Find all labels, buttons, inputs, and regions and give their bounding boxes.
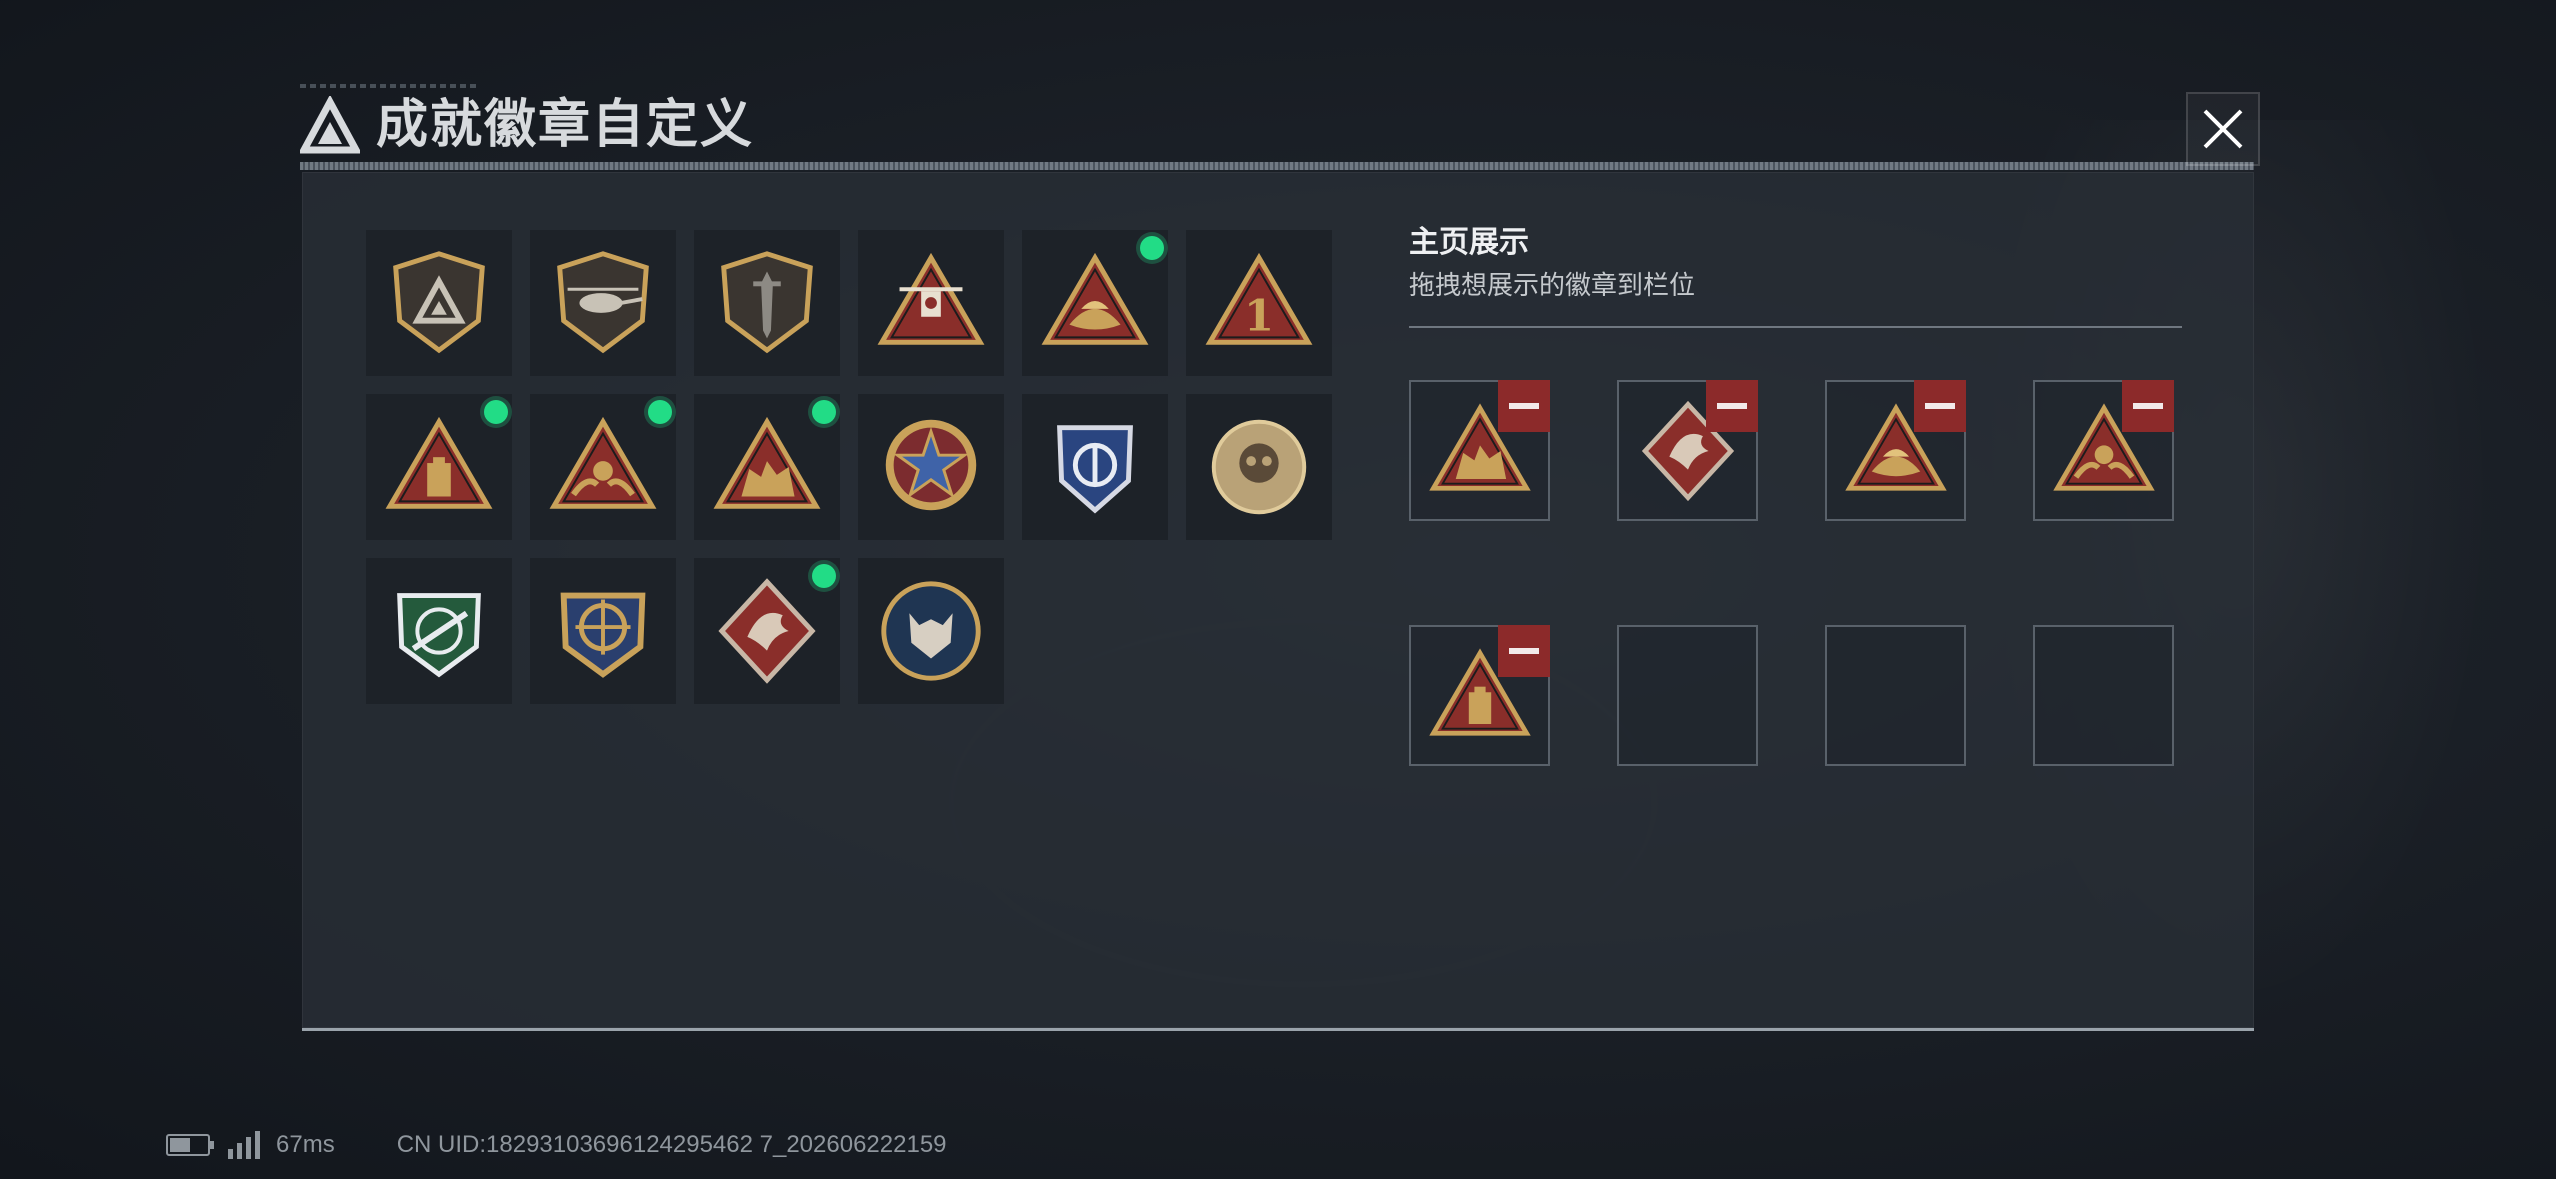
new-indicator-dot <box>648 400 672 424</box>
new-indicator-dot <box>484 400 508 424</box>
badge-item[interactable] <box>694 558 840 704</box>
player-uid: CN UID:18293103696124295462 7_2026062221… <box>396 1131 947 1158</box>
wolf-medal-badge-icon <box>881 581 981 681</box>
badge-item[interactable] <box>694 230 840 376</box>
gold-skull-badge-icon <box>1211 419 1307 515</box>
badge-item[interactable]: 1 <box>1186 230 1332 376</box>
dragon-diamond-badge-icon <box>718 578 816 684</box>
star-medal-badge-icon <box>885 419 977 511</box>
crosshair-wreath-badge-icon <box>560 592 646 678</box>
empty-showcase-slot[interactable] <box>1617 625 1758 766</box>
badge-item[interactable] <box>1022 394 1168 540</box>
signal-icon <box>228 1131 260 1159</box>
badge-item[interactable] <box>530 558 676 704</box>
battery-icon <box>166 1134 214 1156</box>
minus-icon <box>1509 648 1539 654</box>
empty-showcase-slot[interactable] <box>1825 625 1966 766</box>
badge-customization-panel: 1 主页展示 拖拽想展示的徽章到栏位 <box>302 172 2254 1031</box>
showcase-slot[interactable] <box>1617 380 1758 521</box>
showcase-slot[interactable] <box>1409 380 1550 521</box>
close-button[interactable] <box>2186 92 2260 166</box>
badge-item[interactable] <box>366 230 512 376</box>
close-x-icon <box>2203 109 2243 149</box>
helicopter-shield-badge-icon <box>557 251 649 354</box>
badge-item[interactable] <box>366 394 512 540</box>
showcase-slot-grid <box>1409 380 2174 766</box>
showcase-hint: 拖拽想展示的徽章到栏位 <box>1409 271 1696 301</box>
badge-item[interactable] <box>1186 394 1332 540</box>
new-indicator-dot <box>812 400 836 424</box>
badge-item[interactable] <box>858 558 1004 704</box>
remove-badge-button[interactable] <box>1706 380 1758 432</box>
robot-triangle-badge-icon <box>877 252 985 345</box>
minus-icon <box>1509 403 1539 409</box>
header: 成就徽章自定义 <box>300 84 2254 172</box>
showcase-slot[interactable] <box>1409 625 1550 766</box>
badge-item[interactable] <box>858 230 1004 376</box>
triangle-a-logo-icon <box>300 96 360 154</box>
badge-item[interactable] <box>1022 230 1168 376</box>
status-bar: 67ms CN UID:18293103696124295462 7_20260… <box>166 1128 947 1162</box>
new-indicator-dot <box>812 564 836 588</box>
showcase-slot[interactable] <box>1825 380 1966 521</box>
remove-badge-button[interactable] <box>2122 380 2174 432</box>
badge-item[interactable] <box>858 394 1004 540</box>
minus-icon <box>2133 403 2163 409</box>
empty-showcase-slot[interactable] <box>2033 625 2174 766</box>
blue-eagle-badge-icon <box>1057 425 1133 514</box>
svg-text:1: 1 <box>1244 291 1274 342</box>
remove-badge-button[interactable] <box>1914 380 1966 432</box>
badge-item[interactable] <box>366 558 512 704</box>
badge-library-grid: 1 <box>366 230 1346 704</box>
dagger-shield-badge-icon <box>721 251 813 354</box>
tower-triangle-badge-icon <box>385 416 493 509</box>
number-one-triangle-badge-icon: 1 <box>1205 252 1313 345</box>
showcase-slot[interactable] <box>2033 380 2174 521</box>
shield-triangle-badge-icon <box>393 251 485 354</box>
homepage-showcase: 主页展示 拖拽想展示的徽章到栏位 <box>1409 222 2182 766</box>
beast-triangle-badge-icon <box>713 416 821 509</box>
showcase-divider <box>1409 326 2182 328</box>
showcase-title: 主页展示 <box>1409 225 1529 260</box>
minus-icon <box>1717 403 1747 409</box>
new-indicator-dot <box>1140 236 1164 260</box>
badge-item[interactable] <box>530 230 676 376</box>
page-title: 成就徽章自定义 <box>376 95 755 155</box>
minus-icon <box>1925 403 1955 409</box>
remove-badge-button[interactable] <box>1498 625 1550 677</box>
ping-value: 67ms <box>276 1131 335 1158</box>
green-rifle-badge-icon <box>397 593 481 678</box>
header-decoration <box>300 84 480 88</box>
hands-triangle-badge-icon <box>549 416 657 509</box>
wings-triangle-badge-icon <box>1041 252 1149 345</box>
badge-item[interactable] <box>694 394 840 540</box>
badge-item[interactable] <box>530 394 676 540</box>
remove-badge-button[interactable] <box>1498 380 1550 432</box>
header-divider <box>300 162 2254 170</box>
